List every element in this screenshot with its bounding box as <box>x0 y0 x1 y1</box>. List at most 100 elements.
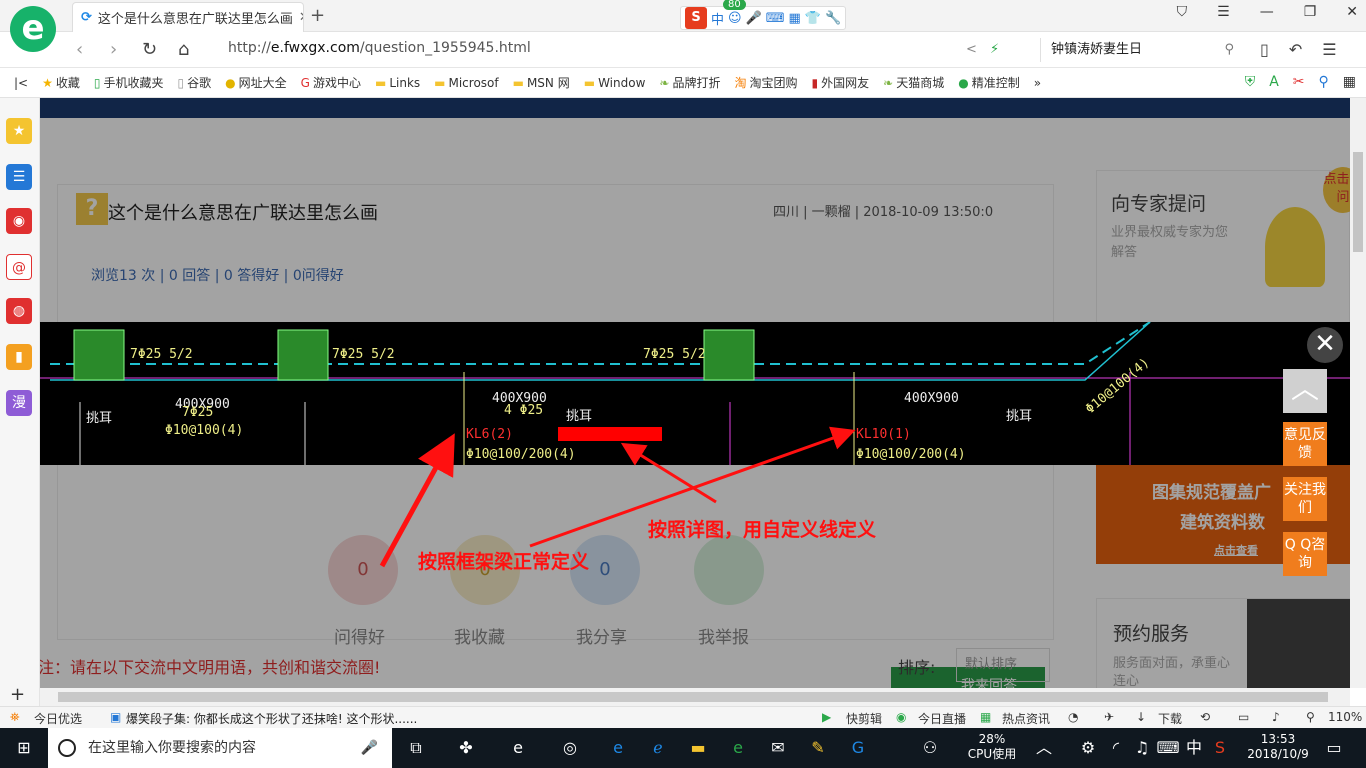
status-item[interactable]: 快剪辑 <box>846 710 882 727</box>
cpu-meter[interactable]: 28% CPU使用 <box>966 732 1018 762</box>
forward-icon[interactable]: › <box>110 39 117 60</box>
bookmark-item[interactable]: ● 网址大全 <box>225 74 287 91</box>
ime-mode-text[interactable]: 中 <box>711 9 724 28</box>
vertical-scroll-thumb[interactable] <box>1353 152 1363 252</box>
wrench-icon[interactable]: 🔧 <box>825 11 841 26</box>
app-2345-icon[interactable]: e <box>726 736 750 760</box>
bookmark-item[interactable]: ▯ 谷歌 <box>178 74 212 91</box>
pin-icon[interactable]: ✈ <box>1104 710 1114 724</box>
taskbar-search[interactable]: 在这里输入你要搜索的内容 🎤 <box>48 728 392 768</box>
bookmark-item[interactable]: ▮ 外国网友 <box>812 74 870 91</box>
bookmark-item[interactable]: 淘淘宝团购 <box>734 74 797 91</box>
browser-logo[interactable]: e <box>10 6 56 52</box>
app-notes-icon[interactable]: ✎ <box>806 736 830 760</box>
app-folder-icon[interactable]: ▬ <box>686 736 710 760</box>
bookmark-item[interactable]: ❧ 天猫商城 <box>883 74 944 91</box>
close-window-icon[interactable]: ✕ <box>1346 4 1358 20</box>
task-view-icon[interactable]: ⧉ <box>404 736 428 760</box>
volume-tray-icon[interactable]: ♫ <box>1130 736 1154 760</box>
undo-icon[interactable]: ↶ <box>1289 40 1302 59</box>
sogou-tray-icon[interactable]: S <box>1208 736 1232 760</box>
translate-icon[interactable]: A <box>1269 74 1279 90</box>
windows-start-icon[interactable]: ⊞ <box>12 736 36 760</box>
people-icon[interactable]: ⚇ <box>918 736 942 760</box>
status-item[interactable]: 热点资讯 <box>1002 710 1050 727</box>
network-tray-icon[interactable]: ⚙ <box>1076 736 1100 760</box>
today-pick-label[interactable]: 今日优选 <box>34 710 82 727</box>
sidebar-add-icon[interactable]: + <box>10 684 25 705</box>
app-edge-icon[interactable]: e <box>606 736 630 760</box>
ime-toolbar[interactable]: S 80 中 ☺ 🎤 ⌨ ▦ 👕 🔧 <box>680 0 847 30</box>
news-ticker[interactable]: 爆笑段子集: 你都长成这个形状了还抹啥! 这个形状...... <box>126 710 417 727</box>
emoji-icon[interactable]: ☺ <box>728 11 742 26</box>
back-to-top-button[interactable]: ︿ <box>1283 369 1327 413</box>
lightning-icon[interactable]: ⚡ <box>990 42 999 57</box>
ime-tray[interactable]: 中 <box>1182 736 1206 760</box>
grid-icon[interactable]: ▦ <box>789 11 801 26</box>
mic-icon[interactable]: 🎤 <box>746 11 762 26</box>
book-icon[interactable]: ▮ <box>6 344 32 370</box>
bookmark-item[interactable]: ▬ MSN 网 <box>513 74 570 91</box>
keyboard-icon[interactable]: ⌨ <box>766 11 785 26</box>
lightbox-close-button[interactable]: ✕ <box>1307 327 1343 363</box>
bookmark-item[interactable]: ▯ 手机收藏夹 <box>94 74 164 91</box>
minimize-icon[interactable]: — <box>1260 4 1274 20</box>
bookmark-item[interactable]: ▬ Microsof <box>434 76 498 90</box>
sidebar-toggle-icon[interactable]: |< <box>14 76 28 90</box>
bookmark-item[interactable]: ● 精准控制 <box>958 74 1020 91</box>
app-browser-icon[interactable]: ◎ <box>558 736 582 760</box>
shirt-skin-icon[interactable]: ⛉ <box>1177 4 1188 20</box>
horizontal-scroll-thumb[interactable] <box>58 692 1328 702</box>
comic-icon[interactable]: 漫 <box>6 390 32 416</box>
tab-close-icon[interactable]: ✕ <box>299 10 303 25</box>
weibo-icon[interactable]: ◉ <box>6 208 32 234</box>
app-fan-icon[interactable]: ✤ <box>454 736 478 760</box>
wifi-icon[interactable]: ◜ <box>1104 736 1128 760</box>
feedback-button[interactable]: 意见反馈 <box>1283 422 1327 466</box>
phone-icon[interactable]: ▯ <box>1260 40 1269 59</box>
clock[interactable]: 13:53 2018/10/9 <box>1240 732 1316 762</box>
maximize-icon[interactable]: ❐ <box>1304 4 1317 20</box>
email-icon[interactable]: @ <box>6 254 32 280</box>
app-g-icon[interactable]: G <box>846 736 870 760</box>
app-ie-icon[interactable]: e <box>506 736 530 760</box>
mic-icon[interactable]: 🎤 <box>361 728 378 768</box>
favorites-icon[interactable]: ★ <box>6 118 32 144</box>
app-mail-icon[interactable]: ✉ <box>766 736 790 760</box>
share-icon[interactable]: < <box>966 42 977 57</box>
browser-tab[interactable]: ⟳ 这个是什么意思在广联达里怎么画 ✕ <box>72 2 304 32</box>
sogou-icon[interactable]: S <box>685 7 707 29</box>
follow-us-button[interactable]: 关注我们 <box>1283 477 1327 521</box>
bookmark-item[interactable]: ▬ Window <box>584 76 646 90</box>
address-bar[interactable]: http://e.fwxgx.com/question_1955945.html <box>228 40 531 56</box>
bookmark-item[interactable]: ▬ Links <box>375 76 420 90</box>
search-icon[interactable]: ⚲ <box>1224 38 1234 62</box>
home-icon[interactable]: ⌂ <box>178 39 189 60</box>
tray-chevron-icon[interactable]: ︿ <box>1032 736 1056 760</box>
bookmark-item[interactable]: ★ 收藏 <box>42 74 80 91</box>
status-item[interactable]: 今日直播 <box>918 710 966 727</box>
new-tab-button[interactable]: + <box>310 5 325 26</box>
speed-icon[interactable]: ◔ <box>1068 710 1078 724</box>
bookmarks-more[interactable]: » <box>1034 76 1041 90</box>
more-menu-icon[interactable]: ☰ <box>1322 40 1336 59</box>
news-icon[interactable]: ☰ <box>6 164 32 190</box>
keyboard-tray-icon[interactable]: ⌨ <box>1156 736 1180 760</box>
reload-icon[interactable]: ↻ <box>142 39 157 60</box>
zoom-search-icon[interactable]: ⚲ <box>1306 710 1315 724</box>
vertical-scrollbar[interactable] <box>1350 98 1366 688</box>
status-item[interactable]: 下载 <box>1158 710 1182 727</box>
zoom-icon[interactable]: ⚲ <box>1319 74 1329 90</box>
game-icon[interactable]: ◍ <box>6 298 32 324</box>
shield-icon[interactable]: ⛨ <box>1245 74 1256 90</box>
horizontal-scrollbar[interactable] <box>40 688 1350 706</box>
action-center-icon[interactable]: ▭ <box>1322 736 1346 760</box>
bookmark-item[interactable]: G 游戏中心 <box>301 74 361 91</box>
zoom-level[interactable]: 110% <box>1328 710 1362 724</box>
scissors-icon[interactable]: ✂ <box>1293 74 1305 90</box>
window-icon[interactable]: ▭ <box>1238 710 1249 724</box>
cloud-icon[interactable]: ⟲ <box>1200 710 1210 724</box>
shirt-icon[interactable]: 👕 <box>805 11 821 26</box>
search-box[interactable]: 钟镇涛娇妻生日 ⚲ <box>1040 38 1240 62</box>
qq-consult-button[interactable]: Q Q咨询 <box>1283 532 1327 576</box>
